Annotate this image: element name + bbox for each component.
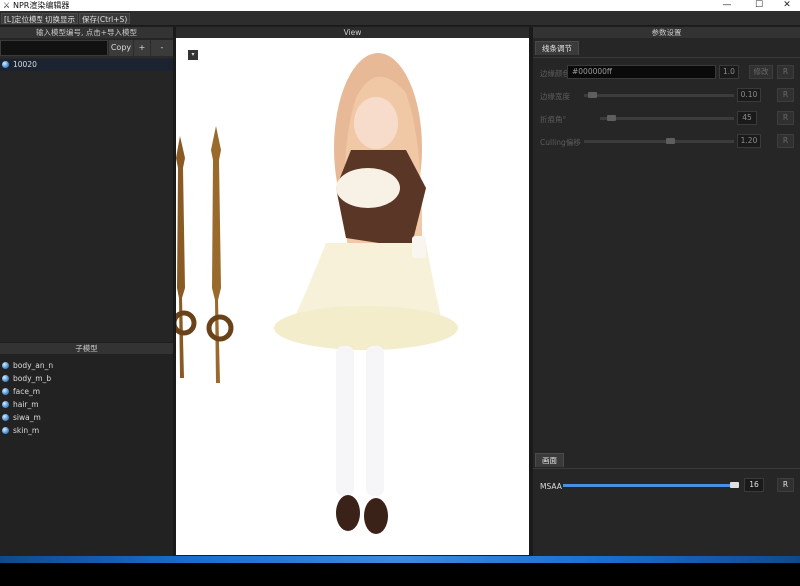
reset-msaa-button[interactable]: R — [777, 478, 794, 492]
minimize-button[interactable]: — — [716, 0, 738, 11]
taskbar — [0, 556, 800, 586]
model-list-label: 10020 — [13, 60, 37, 69]
sphere-icon — [2, 388, 9, 395]
msaa-slider-handle[interactable] — [730, 482, 739, 488]
model-panel-header: 输入模型编号, 点击+导入模型 — [0, 27, 173, 38]
divider — [533, 57, 800, 58]
submodel-label: siwa_m — [13, 413, 41, 422]
list-item[interactable]: body_an_n — [0, 360, 53, 372]
submodel-label: body_an_n — [13, 361, 54, 370]
edge-width-label: 边缘宽度 — [540, 92, 570, 101]
remove-model-button[interactable]: - — [151, 40, 173, 56]
model-icon — [2, 61, 9, 68]
submodel-label: face_m — [13, 387, 41, 396]
model-render — [176, 53, 458, 534]
view-header: View — [176, 27, 529, 38]
divider — [533, 468, 800, 469]
tab-line-settings[interactable]: 线条调节 — [535, 41, 579, 55]
list-item[interactable]: face_m — [0, 386, 40, 398]
slider-handle[interactable] — [588, 92, 597, 98]
model-panel: 输入模型编号, 点击+导入模型 — [0, 27, 173, 342]
msaa-slider-fill — [563, 484, 733, 487]
sphere-icon — [2, 401, 9, 408]
crease-angle-value[interactable]: 45 — [737, 111, 757, 125]
taskbar-glow — [0, 556, 800, 563]
crease-angle-slider[interactable] — [600, 117, 734, 120]
edge-alpha-field[interactable]: 1.0 — [719, 65, 739, 79]
reset-width-button[interactable]: R — [777, 88, 794, 102]
model-id-input[interactable] — [0, 40, 108, 56]
view-menu-button[interactable]: ▾ — [188, 50, 198, 60]
sphere-icon — [2, 375, 9, 382]
character-model — [274, 53, 458, 534]
slider-handle[interactable] — [607, 115, 616, 121]
param-panel-header: 参数设置 — [533, 27, 800, 38]
weapon-model — [176, 126, 234, 383]
submodel-label: hair_m — [13, 400, 39, 409]
slider-handle[interactable] — [666, 138, 675, 144]
app-icon: ⚔ — [3, 1, 11, 10]
viewport[interactable]: ▾ — [176, 38, 529, 555]
list-item[interactable]: body_m_b — [0, 373, 51, 385]
param-panel: 参数设置 — [533, 27, 800, 556]
modify-color-button[interactable]: 修改 — [749, 65, 773, 79]
maximize-button[interactable]: ☐ — [748, 0, 770, 11]
list-item[interactable]: hair_m — [0, 399, 39, 411]
list-item[interactable]: siwa_m — [0, 412, 41, 424]
reset-angle-button[interactable]: R — [777, 111, 794, 125]
model-list-item[interactable]: 10020 — [0, 59, 173, 71]
reset-culling-button[interactable]: R — [777, 134, 794, 148]
tab-display[interactable]: 画面 — [535, 453, 564, 467]
list-item[interactable]: skin_m — [0, 425, 39, 437]
close-button[interactable]: ✕ — [776, 0, 798, 11]
add-model-button[interactable]: + — [134, 40, 150, 56]
msaa-value[interactable]: 16 — [744, 478, 764, 492]
culling-offset-slider[interactable] — [584, 140, 734, 143]
save-button[interactable]: 保存(Ctrl+S) — [79, 13, 131, 24]
title-bar: ⚔ NPR渲染编辑器 — ☐ ✕ — [0, 0, 800, 11]
crease-angle-label: 折痕角° — [540, 115, 567, 124]
culling-offset-label: Culling偏移 — [540, 138, 581, 147]
menu-bar: [L]定位模型 切换显示 保存(Ctrl+S) — [0, 11, 800, 26]
sphere-icon — [2, 362, 9, 369]
sphere-icon — [2, 414, 9, 421]
edge-width-slider[interactable] — [584, 94, 734, 97]
submodel-panel-header: 子模型 — [0, 343, 173, 354]
edge-color-field[interactable]: #000000ff — [567, 65, 716, 79]
culling-offset-value[interactable]: 1.20 — [737, 134, 761, 148]
edge-color-label: 边缘颜色 — [540, 69, 570, 78]
copy-button[interactable]: Copy — [109, 40, 133, 56]
toggle-display-button[interactable]: 切换显示 — [42, 13, 78, 24]
submodel-label: skin_m — [13, 426, 40, 435]
locate-model-button[interactable]: [L]定位模型 — [1, 13, 48, 24]
submodel-label: body_m_b — [13, 374, 52, 383]
msaa-label: MSAA — [540, 482, 562, 491]
sphere-icon — [2, 427, 9, 434]
window-title: NPR渲染编辑器 — [13, 1, 70, 10]
edge-width-value[interactable]: 0.10 — [737, 88, 761, 102]
reset-color-button[interactable]: R — [777, 65, 794, 79]
